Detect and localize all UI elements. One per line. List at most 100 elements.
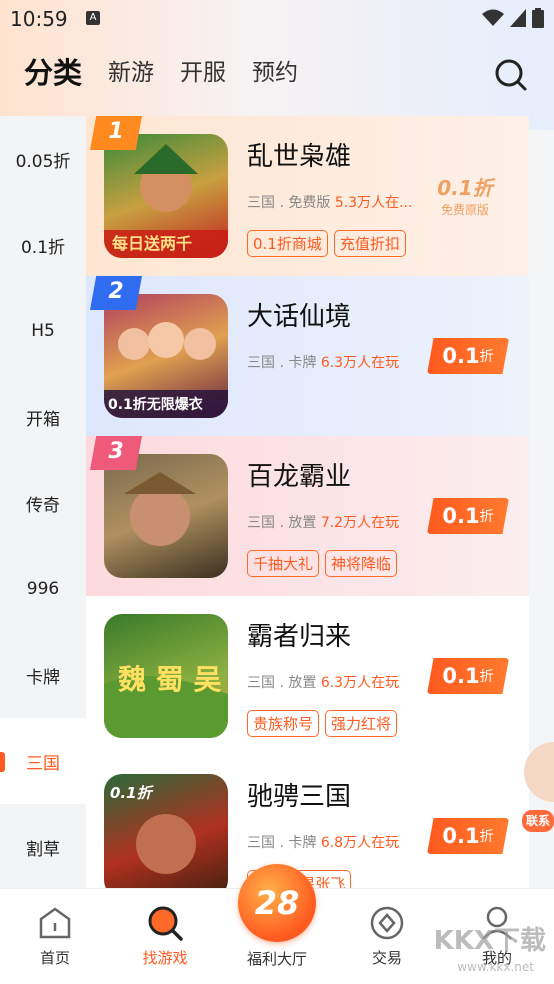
- discount-button[interactable]: 0.1 折: [427, 818, 509, 854]
- game-tag: 0.1折商城: [247, 230, 328, 257]
- battery-icon: [532, 8, 544, 28]
- game-image-caption: 每日送两千: [112, 234, 193, 253]
- game-name: 大话仙境: [247, 302, 352, 332]
- game-category: 三国: [247, 835, 275, 851]
- trade-icon: [370, 906, 404, 940]
- game-players: 6.3万人在玩: [320, 355, 400, 371]
- game-type: 放置: [288, 675, 317, 691]
- game-type: 免费版: [288, 195, 331, 211]
- game-meta: 三国 . 放置 6.3万人在玩: [247, 675, 400, 691]
- rank-badge: 1: [90, 116, 142, 150]
- game-image-caption: 魏 蜀 吴: [118, 663, 222, 696]
- game-category: 三国: [247, 355, 275, 371]
- game-type: 卡牌: [288, 835, 317, 851]
- game-category: 三国: [247, 675, 275, 691]
- sidebar-item-996[interactable]: 996: [0, 546, 86, 632]
- search-icon[interactable]: [494, 58, 528, 92]
- discount-button[interactable]: 0.1 折: [427, 658, 509, 694]
- game-icon-image[interactable]: 魏 蜀 吴: [104, 614, 228, 738]
- game-tag: 千抽大礼: [247, 550, 320, 577]
- sidebar-item-sanguo[interactable]: 三国: [0, 718, 86, 804]
- game-meta: 三国 . 放置 7.2万人在玩: [247, 515, 400, 531]
- general-art-icon: [124, 472, 196, 546]
- game-card[interactable]: 0.1折无限爆衣 2 大话仙境 三国 . 卡牌 6.3万人在玩 0.1 折: [86, 276, 529, 436]
- game-name: 驰骋三国: [247, 782, 352, 812]
- game-card[interactable]: 3 百龙霸业 三国 . 放置 7.2万人在玩 千抽大礼 神将降临 0.1 折: [86, 436, 529, 596]
- game-card[interactable]: 魏 蜀 吴 霸者归来 三国 . 放置 6.3万人在玩 贵族称号 强力红将 0.1…: [86, 596, 529, 756]
- game-type: 卡牌: [288, 355, 317, 371]
- rank-badge: 2: [90, 276, 142, 310]
- game-tag: 神将降临: [325, 550, 398, 577]
- discount-unit: 折: [479, 509, 494, 525]
- nav-home-label: 首页: [39, 949, 70, 967]
- status-time: 10:59: [10, 7, 68, 31]
- nav-trade[interactable]: 交易: [342, 903, 432, 968]
- sidebar-item-kaixiang[interactable]: 开箱: [0, 374, 86, 460]
- game-image-caption: 0.1折无限爆衣: [108, 397, 203, 413]
- discount-number: 0.1: [442, 504, 480, 528]
- welfare-hall-label: 福利大厅: [246, 950, 307, 968]
- discount-unit: 折: [479, 669, 494, 685]
- game-name: 霸者归来: [247, 622, 352, 652]
- status-bar: 10:59 A: [0, 0, 554, 36]
- game-tag: 强力红将: [325, 710, 398, 737]
- nav-find-game[interactable]: 找游戏: [120, 903, 210, 968]
- status-icons: [482, 8, 544, 28]
- tab-reserve[interactable]: 预约: [252, 56, 298, 90]
- free-original-badge: 0.1折 免费原版: [419, 172, 511, 220]
- category-sidebar: 0.05折 0.1折 H5 开箱 传奇 996 卡牌 三国 割草: [0, 116, 86, 888]
- discount-number: 0.1: [442, 344, 480, 368]
- nav-home[interactable]: 首页: [10, 903, 100, 968]
- sidebar-item-gecao[interactable]: 割草: [0, 804, 86, 888]
- game-category: 三国: [247, 195, 275, 211]
- game-list: 每日送两千 1 乱世枭雄 三国 . 免费版 5.3万人在... 0.1折商城 充…: [86, 116, 529, 888]
- sidebar-item-h5[interactable]: H5: [0, 288, 86, 374]
- game-icon-image[interactable]: 0.1折无限爆衣: [104, 294, 228, 418]
- tab-server-open[interactable]: 开服: [180, 56, 226, 90]
- game-tags: 千抽大礼 神将降临: [247, 550, 398, 577]
- sidebar-item-005[interactable]: 0.05折: [0, 116, 86, 202]
- discount-number: 0.1: [442, 824, 480, 848]
- game-tag: 充值折扣: [333, 230, 406, 257]
- nav-find-game-label: 找游戏: [142, 949, 188, 967]
- discount-unit: 折: [479, 829, 494, 845]
- discount-button[interactable]: 0.1 折: [427, 498, 509, 534]
- game-players: 5.3万人在...: [334, 195, 413, 211]
- discount-number: 0.1: [442, 664, 480, 688]
- contact-float-button[interactable]: 联系: [518, 732, 554, 836]
- game-icon-image[interactable]: 每日送两千: [104, 134, 228, 258]
- contact-label: 联系: [526, 814, 551, 828]
- sidebar-item-01[interactable]: 0.1折: [0, 202, 86, 288]
- top-tabs: 分类 新游 开服 预约: [24, 56, 298, 90]
- game-icon-image[interactable]: [104, 454, 228, 578]
- game-meta: 三国 . 卡牌 6.3万人在玩: [247, 355, 400, 371]
- wifi-icon: [482, 9, 504, 26]
- home-icon: [39, 907, 71, 939]
- tab-new-games[interactable]: 新游: [108, 56, 154, 90]
- game-icon-image[interactable]: 0.1折: [104, 774, 228, 888]
- welfare-hall-button[interactable]: 28: [238, 864, 316, 942]
- nav-trade-label: 交易: [371, 949, 402, 967]
- game-players: 6.3万人在玩: [320, 675, 400, 691]
- notification-icon: A: [86, 11, 100, 25]
- sidebar-item-kapai[interactable]: 卡牌: [0, 632, 86, 718]
- game-card[interactable]: 每日送两千 1 乱世枭雄 三国 . 免费版 5.3万人在... 0.1折商城 充…: [86, 116, 529, 276]
- welfare-number: 28: [254, 884, 300, 922]
- discount-button[interactable]: 0.1 折: [427, 338, 509, 374]
- badge-free-text: 免费原版: [440, 203, 489, 217]
- badge-discount-text: 0.1折: [437, 176, 493, 200]
- game-image-caption: 0.1折: [110, 784, 152, 802]
- tab-category[interactable]: 分类: [24, 56, 83, 90]
- game-players: 6.8万人在玩: [320, 835, 400, 851]
- signal-icon: [510, 9, 526, 27]
- sidebar-item-chuanqi[interactable]: 传奇: [0, 460, 86, 546]
- game-tag: 贵族称号: [247, 710, 320, 737]
- discount-unit: 折: [479, 349, 494, 365]
- game-name: 百龙霸业: [247, 462, 352, 492]
- rank-badge: 3: [90, 436, 142, 470]
- watermark-logo: KKX下载: [433, 926, 546, 956]
- game-card[interactable]: 0.1折 驰骋三国 三国 . 卡牌 6.8万人在玩 ... 五星张飞 0.1折: [86, 756, 529, 888]
- game-tags: 贵族称号 强力红将: [247, 710, 398, 737]
- game-players: 7.2万人在玩: [320, 515, 400, 531]
- find-game-icon: [148, 906, 183, 941]
